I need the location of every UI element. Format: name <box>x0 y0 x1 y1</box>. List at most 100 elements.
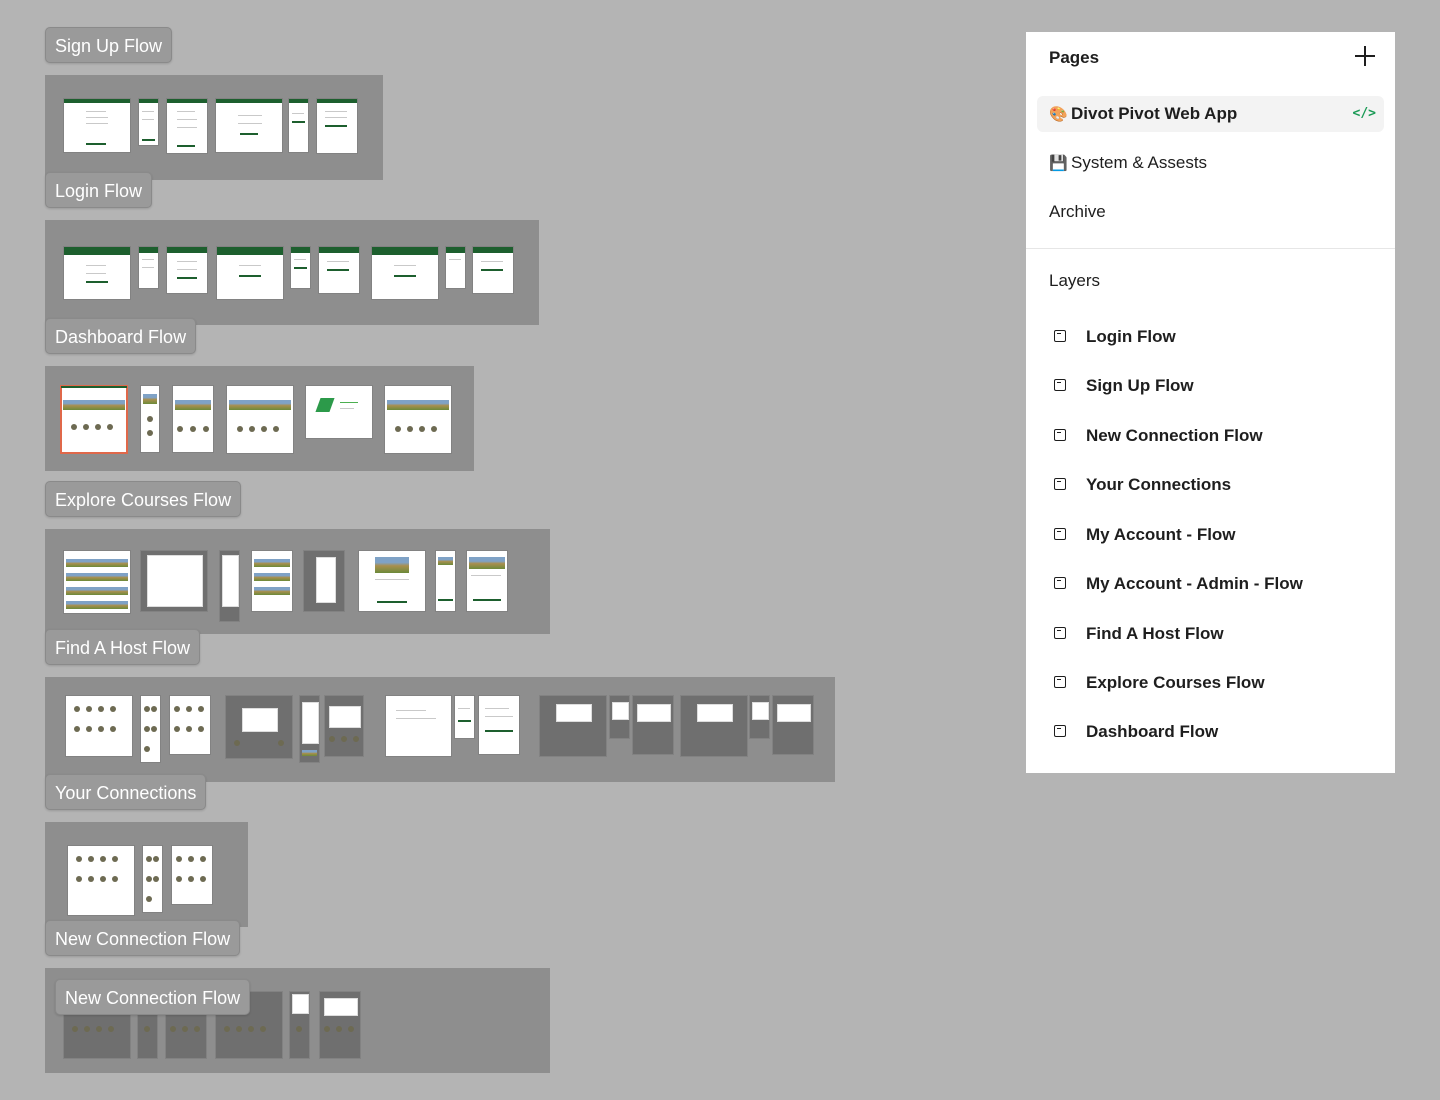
frame-icon <box>1054 478 1066 490</box>
layer-item[interactable]: Explore Courses Flow <box>1049 667 1265 699</box>
panel-divider <box>1026 248 1395 249</box>
section-label-new-connection-flow[interactable]: New Connection Flow <box>45 920 241 956</box>
layer-label: Login Flow <box>1086 327 1176 346</box>
add-page-icon[interactable] <box>1355 46 1375 66</box>
screen-thumbnail[interactable] <box>252 551 292 611</box>
screen-thumbnail[interactable] <box>372 247 438 299</box>
screen-thumbnail[interactable] <box>64 551 130 613</box>
screen-thumbnail[interactable] <box>317 99 357 153</box>
section-label-new-connection-flow-2[interactable]: New Connection Flow <box>55 979 251 1015</box>
screen-thumbnail[interactable] <box>750 696 769 738</box>
layer-item[interactable]: Your Connections <box>1049 469 1231 501</box>
page-item-label: Archive <box>1049 202 1106 221</box>
screen-thumbnail[interactable] <box>141 696 160 762</box>
screen-thumbnail[interactable] <box>291 247 310 288</box>
section-frame-find-a-host-flow[interactable] <box>45 677 835 782</box>
layer-label: New Connection Flow <box>1086 426 1263 445</box>
screen-thumbnail[interactable] <box>141 551 207 611</box>
screen-thumbnail[interactable] <box>385 386 451 453</box>
screen-thumbnail[interactable] <box>66 696 132 756</box>
layer-label: Sign Up Flow <box>1086 376 1194 395</box>
layer-label: My Account - Flow <box>1086 525 1236 544</box>
page-item-divot-pivot-web-app[interactable]: 🎨 Divot Pivot Web App </> <box>1037 96 1384 132</box>
screen-thumbnail[interactable] <box>359 551 425 611</box>
screen-thumbnail[interactable] <box>473 247 513 293</box>
screen-thumbnail[interactable] <box>170 696 210 754</box>
frame-icon <box>1054 528 1066 540</box>
section-label-login-flow[interactable]: Login Flow <box>45 172 153 208</box>
screen-thumbnail[interactable] <box>319 247 359 293</box>
screen-thumbnail[interactable] <box>320 992 360 1058</box>
screen-thumbnail[interactable] <box>325 696 363 756</box>
frame-icon <box>1054 330 1066 342</box>
layer-item[interactable]: New Connection Flow <box>1049 420 1263 452</box>
screen-thumbnail[interactable] <box>681 696 747 756</box>
screen-thumbnail[interactable] <box>172 846 212 904</box>
screen-thumbnail[interactable] <box>633 696 673 754</box>
screen-thumbnail[interactable] <box>167 99 207 153</box>
screen-thumbnail[interactable] <box>141 386 159 452</box>
screen-thumbnail[interactable] <box>467 551 507 611</box>
screen-thumbnail[interactable] <box>68 846 134 915</box>
screen-thumbnail[interactable] <box>216 99 282 152</box>
screen-thumbnail[interactable] <box>610 696 629 738</box>
section-label-dashboard-flow[interactable]: Dashboard Flow <box>45 318 197 354</box>
page-item-archive[interactable]: Archive <box>1037 194 1384 230</box>
screen-thumbnail[interactable] <box>304 551 344 611</box>
section-frame-sign-up-flow[interactable] <box>45 75 383 180</box>
layers-title: Layers <box>1049 271 1101 290</box>
section-frame-login-flow[interactable] <box>45 220 539 325</box>
screen-thumbnail[interactable] <box>446 247 465 288</box>
page-item-system-assets[interactable]: 💾 System & Assests <box>1037 145 1384 181</box>
layer-item[interactable]: My Account - Admin - Flow <box>1049 568 1303 600</box>
screen-thumbnail[interactable] <box>479 696 519 754</box>
screen-thumbnail[interactable] <box>290 992 309 1058</box>
screen-thumbnail[interactable] <box>227 386 293 453</box>
screen-thumbnail-selected[interactable] <box>60 385 128 454</box>
page-item-label: Divot Pivot Web App <box>1071 104 1238 123</box>
section-label-your-connections[interactable]: Your Connections <box>45 774 207 810</box>
frame-icon <box>1054 676 1066 688</box>
screen-thumbnail[interactable] <box>436 551 455 611</box>
screen-thumbnail[interactable] <box>540 696 606 756</box>
screen-thumbnail[interactable] <box>773 696 813 754</box>
page-item-label: System & Assests <box>1071 153 1208 172</box>
layer-item[interactable]: Find A Host Flow <box>1049 618 1224 650</box>
section-frame-your-connections[interactable] <box>45 822 248 927</box>
layer-item[interactable]: Sign Up Flow <box>1049 370 1194 402</box>
screen-thumbnail[interactable] <box>139 99 158 145</box>
screen-thumbnail[interactable] <box>220 551 239 621</box>
section-frame-dashboard-flow[interactable] <box>45 366 474 471</box>
layer-item[interactable]: Dashboard Flow <box>1049 716 1218 748</box>
layer-label: Dashboard Flow <box>1086 722 1219 741</box>
screen-thumbnail[interactable] <box>217 247 283 299</box>
screen-thumbnail[interactable] <box>173 386 213 452</box>
screen-thumbnail[interactable] <box>167 247 207 293</box>
frame-icon <box>1054 577 1066 589</box>
layer-item[interactable]: My Account - Flow <box>1049 519 1236 551</box>
section-label-find-a-host-flow[interactable]: Find A Host Flow <box>45 629 201 665</box>
screen-thumbnail[interactable] <box>386 696 451 756</box>
layer-label: Your Connections <box>1086 475 1232 494</box>
screen-thumbnail[interactable] <box>64 99 130 152</box>
layer-label: Find A Host Flow <box>1086 624 1224 643</box>
section-label-explore-courses-flow[interactable]: Explore Courses Flow <box>45 481 242 517</box>
screen-thumbnail[interactable] <box>455 696 474 738</box>
section-frame-explore-courses-flow[interactable] <box>45 529 550 634</box>
floppy-disk-icon: 💾 <box>1049 155 1068 172</box>
frame-icon <box>1054 379 1066 391</box>
screen-thumbnail[interactable] <box>226 696 292 758</box>
layer-label: My Account - Admin - Flow <box>1086 574 1303 593</box>
layer-label: Explore Courses Flow <box>1086 673 1265 692</box>
palette-icon: 🎨 <box>1049 106 1068 123</box>
screen-thumbnail[interactable] <box>143 846 162 912</box>
section-label-sign-up-flow[interactable]: Sign Up Flow <box>45 27 173 63</box>
code-icon: </> <box>1352 106 1376 121</box>
screen-thumbnail[interactable] <box>300 696 319 762</box>
screen-thumbnail[interactable] <box>64 247 130 299</box>
screen-thumbnail[interactable] <box>289 99 308 152</box>
screen-thumbnail[interactable] <box>139 247 158 288</box>
screen-thumbnail[interactable] <box>306 386 372 438</box>
layer-item[interactable]: Login Flow <box>1049 321 1176 353</box>
frame-icon <box>1054 725 1066 737</box>
